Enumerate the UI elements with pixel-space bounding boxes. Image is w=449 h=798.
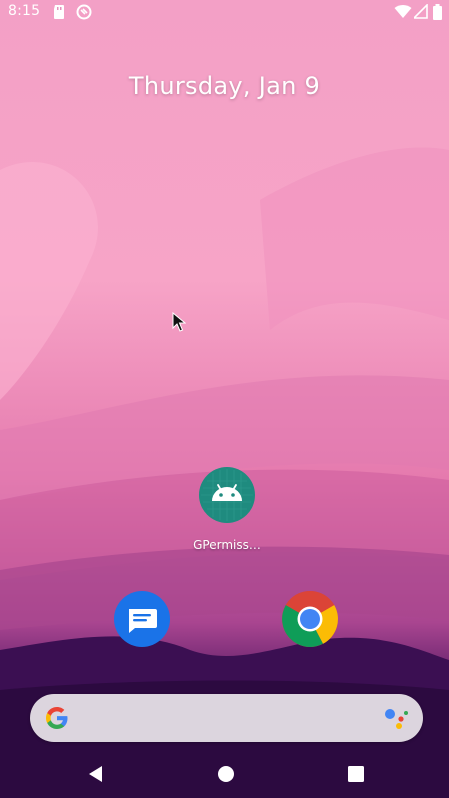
google-search-bar[interactable] (30, 694, 423, 742)
status-time: 8:15 (8, 3, 41, 19)
date-widget[interactable]: Thursday, Jan 9 (0, 72, 449, 100)
sync-icon (76, 4, 92, 20)
google-assistant-icon[interactable] (383, 706, 409, 735)
app-label[interactable]: GPermiss… (180, 538, 274, 552)
recents-icon[interactable] (346, 764, 366, 784)
signal-icon (414, 4, 428, 19)
home-icon[interactable] (216, 764, 236, 784)
google-g-icon (44, 705, 70, 736)
chrome-icon[interactable] (282, 591, 338, 647)
messages-icon[interactable] (114, 591, 170, 647)
back-icon[interactable] (86, 764, 106, 784)
status-bar: 8:15 (0, 0, 449, 24)
app-gpermissions[interactable] (199, 467, 255, 523)
sd-card-icon (52, 4, 66, 20)
wallpaper (0, 0, 449, 798)
battery-icon (433, 4, 442, 20)
navigation-bar (0, 750, 449, 798)
android-icon (199, 467, 255, 523)
wifi-icon (394, 4, 412, 19)
mouse-cursor-icon (172, 311, 187, 337)
